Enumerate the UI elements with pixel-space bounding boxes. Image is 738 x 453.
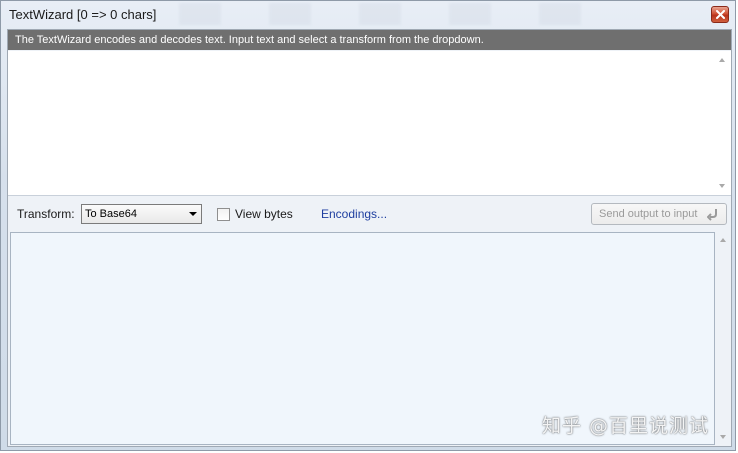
view-bytes-checkbox[interactable] [217,208,230,221]
transform-selected-value: To Base64 [85,208,137,220]
background-ghost [161,3,601,25]
chevron-down-icon [189,212,197,216]
send-output-to-input-button[interactable]: Send output to input [591,203,727,225]
encodings-link[interactable]: Encodings... [321,207,387,221]
watermark: 知乎 @百里说测试 [542,415,710,437]
view-bytes-label[interactable]: View bytes [235,207,293,221]
title-bar[interactable]: TextWizard [0 => 0 chars] [1,1,735,29]
input-textarea[interactable] [8,51,714,195]
transform-label: Transform: [17,207,75,221]
close-icon [715,10,725,19]
input-pane [8,51,731,196]
textwizard-window: TextWizard [0 => 0 chars] The TextWizard… [0,0,736,451]
output-scrollbar[interactable] [717,232,731,445]
transform-select[interactable]: To Base64 [81,204,202,224]
wizard-panel: The TextWizard encodes and decodes text.… [7,29,732,447]
info-bar: The TextWizard encodes and decodes text.… [8,30,731,50]
transform-toolbar: Transform: To Base64 View bytes Encoding… [8,197,731,231]
return-arrow-icon [707,209,717,221]
scroll-up-arrow-icon[interactable] [720,238,726,242]
scroll-up-arrow-icon[interactable] [719,58,725,62]
close-button[interactable] [711,6,729,23]
input-scrollbar[interactable] [715,51,731,195]
send-button-label: Send output to input [599,208,698,220]
scroll-down-arrow-icon[interactable] [720,435,726,439]
scroll-down-arrow-icon[interactable] [719,184,725,188]
window-title: TextWizard [0 => 0 chars] [9,7,157,22]
